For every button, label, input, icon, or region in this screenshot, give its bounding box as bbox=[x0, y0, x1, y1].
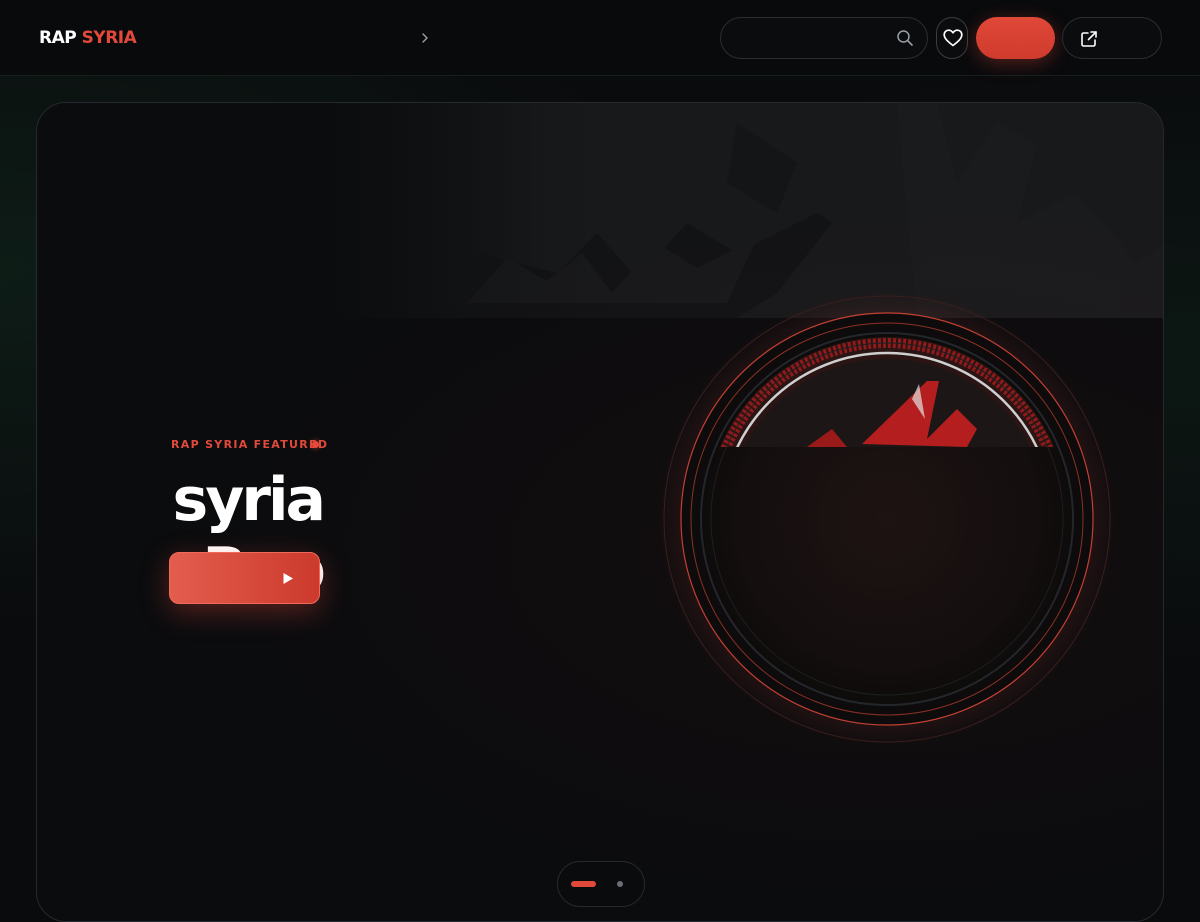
logo-accent: SYRIA bbox=[81, 28, 137, 48]
hero-eyebrow: RAP SYRIA FEATURED bbox=[171, 438, 329, 451]
primary-action-button[interactable] bbox=[976, 17, 1055, 59]
carousel-pagination bbox=[557, 861, 645, 907]
favorite-button[interactable] bbox=[936, 17, 968, 59]
pagination-dot[interactable] bbox=[617, 881, 623, 887]
chevron-right-icon[interactable] bbox=[418, 29, 432, 47]
logo-word: RAP bbox=[39, 28, 77, 48]
external-link-button[interactable] bbox=[1062, 17, 1162, 59]
search-input[interactable] bbox=[720, 17, 928, 59]
search-icon[interactable] bbox=[896, 29, 914, 47]
play-button[interactable] bbox=[169, 552, 320, 604]
top-bar: RAP SYRIA bbox=[0, 0, 1200, 76]
pagination-dot-active[interactable] bbox=[571, 881, 596, 887]
album-disc bbox=[657, 289, 1117, 749]
live-dot bbox=[312, 441, 319, 448]
hero-banner: RAP SYRIA FEATURED syria Rap bbox=[36, 102, 1164, 922]
logo[interactable]: RAP SYRIA bbox=[39, 27, 137, 49]
